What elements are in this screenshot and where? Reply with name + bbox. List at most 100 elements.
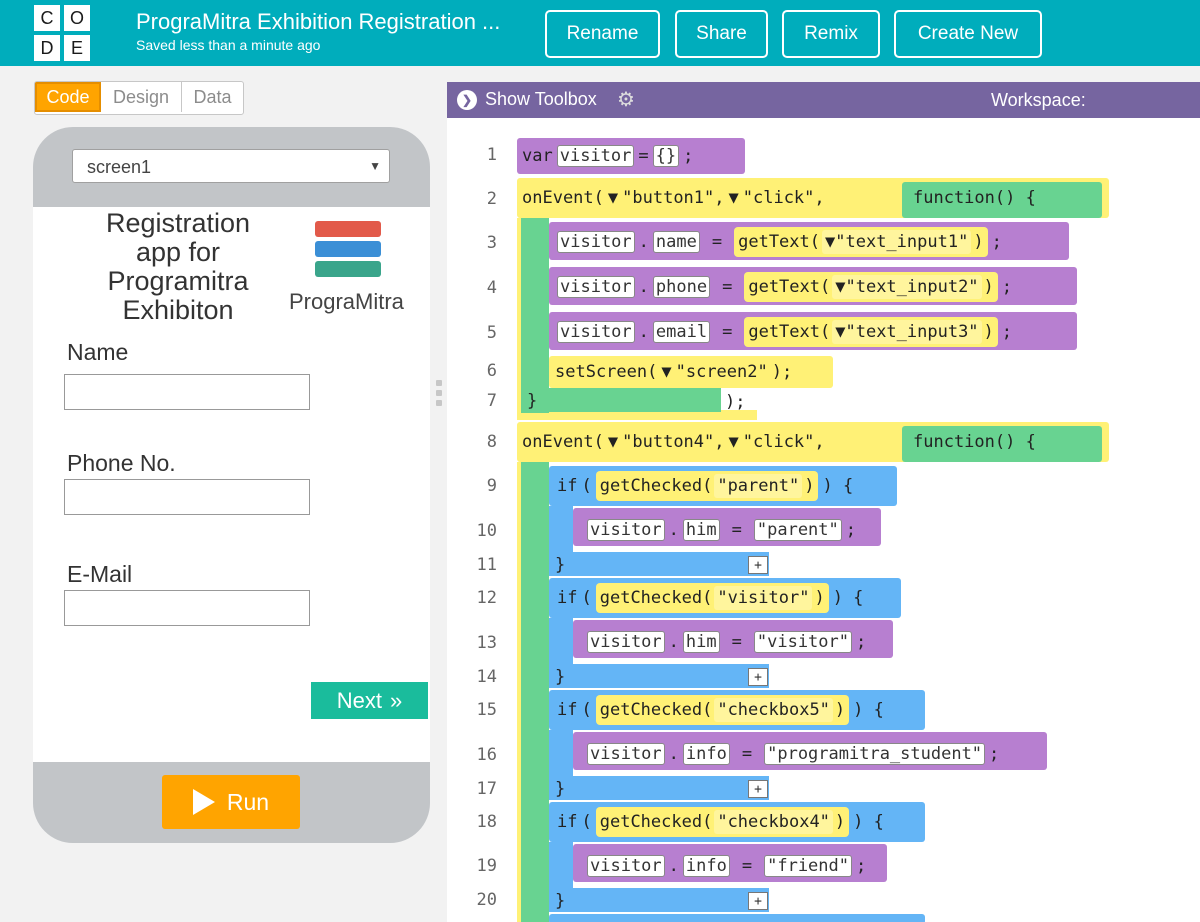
logo-letter: O	[64, 5, 90, 31]
code-token: getText(	[748, 277, 831, 297]
getchecked-block[interactable]: getChecked( "checkbox5" )	[595, 695, 850, 725]
getchecked-block[interactable]: getChecked( "parent" )	[595, 471, 819, 501]
object-field[interactable]: visitor	[587, 519, 665, 541]
dropdown-icon[interactable]: ▼	[729, 188, 739, 208]
code-token: }	[555, 891, 566, 911]
object-field[interactable]: visitor	[587, 743, 665, 765]
dropdown-icon[interactable]: ▼	[835, 322, 845, 342]
property-field[interactable]: info	[682, 855, 730, 877]
data-mode-tab[interactable]: Data	[182, 82, 243, 112]
string-arg[interactable]: ▼"text_input1"	[822, 230, 972, 254]
line-number: 15	[476, 700, 497, 720]
plus-icon[interactable]: +	[748, 780, 768, 798]
gettext-block[interactable]: getText( ▼"text_input1" )	[734, 227, 988, 257]
property-field[interactable]: email	[652, 321, 711, 343]
code-token: ) {	[853, 700, 884, 720]
code-token: getText(	[738, 232, 820, 252]
line-number: 18	[476, 812, 497, 832]
show-toolbox-toggle[interactable]: ❯ Show Toolbox	[457, 89, 597, 110]
value-field[interactable]: "programitra_student"	[764, 743, 986, 765]
object-field[interactable]: visitor	[587, 631, 665, 653]
rename-button[interactable]: Rename	[545, 10, 660, 58]
dropdown-icon[interactable]: ▼	[608, 188, 618, 208]
code-line-3: visitor . name = getText( ▼"text_input1"…	[557, 225, 1002, 259]
code-token: =	[731, 632, 742, 652]
object-field[interactable]: visitor	[557, 276, 635, 298]
dropdown-icon[interactable]: ▼	[661, 362, 671, 382]
code-line-13: visitor . him = "visitor" ;	[587, 625, 866, 659]
variable-name-field[interactable]: visitor	[556, 145, 635, 167]
code-line-12: if ( getChecked( "visitor" ) ) {	[557, 581, 863, 615]
function-block-2-body	[521, 462, 549, 922]
mode-toggle: Code Design Data	[34, 81, 244, 115]
line-number: 19	[476, 856, 497, 876]
dropdown-icon[interactable]: ▼	[608, 432, 618, 452]
code-line-20: }	[555, 884, 565, 918]
screen-selector[interactable]: screen1 ▼	[72, 149, 390, 183]
string-arg[interactable]: ▼"text_input3"	[832, 320, 982, 344]
code-token: "text_input1"	[835, 232, 969, 252]
name-input[interactable]	[64, 374, 310, 410]
value-field[interactable]: "friend"	[764, 855, 852, 877]
code-token: =	[711, 232, 723, 252]
getchecked-block[interactable]: getChecked( "visitor" )	[595, 583, 829, 613]
value-field[interactable]: {}	[652, 145, 680, 167]
email-input[interactable]	[64, 590, 310, 626]
code-token: getChecked(	[599, 700, 713, 720]
create-new-button[interactable]: Create New	[894, 10, 1042, 58]
string-arg[interactable]: ▼"text_input2"	[832, 275, 982, 299]
line-number: 4	[486, 278, 497, 298]
line-number: 11	[476, 555, 497, 575]
code-line-9: if ( getChecked( "parent" ) ) {	[557, 469, 853, 503]
code-token: onEvent(	[522, 188, 604, 208]
code-token: "click",	[742, 188, 825, 208]
value-field[interactable]: "parent"	[753, 519, 842, 541]
app-title: Registration app for Programitra Exhibit…	[83, 209, 273, 325]
property-field[interactable]: him	[682, 631, 720, 653]
dropdown-icon[interactable]: ▼	[729, 432, 739, 452]
code-token: .	[668, 744, 679, 764]
gear-icon[interactable]: ⚙	[617, 90, 635, 110]
code-line-8: onEvent( ▼ "button4", ▼ "click",	[522, 425, 825, 459]
line-number: 1	[486, 145, 497, 165]
phone-input[interactable]	[64, 479, 310, 515]
getchecked-block[interactable]: getChecked( "checkbox4" )	[595, 807, 850, 837]
code-mode-tab[interactable]: Code	[35, 82, 101, 112]
code-workspace[interactable]: 1 2 3 4 5 6 7 8 9 10 11 12 13 14 15 16 1…	[447, 118, 1200, 922]
object-field[interactable]: visitor	[557, 231, 635, 253]
gettext-block[interactable]: getText( ▼"text_input2" )	[744, 272, 998, 302]
next-button[interactable]: Next »	[311, 682, 428, 719]
code-token: .	[668, 856, 679, 876]
object-field[interactable]: visitor	[587, 855, 665, 877]
dropdown-icon[interactable]: ▼	[835, 277, 845, 297]
code-line-11: }	[555, 548, 565, 582]
code-token: =	[722, 322, 733, 342]
plus-icon[interactable]: +	[748, 556, 768, 574]
plus-icon[interactable]: +	[748, 892, 768, 910]
code-token: (	[581, 812, 592, 832]
string-arg[interactable]: "checkbox5"	[714, 698, 833, 722]
string-arg[interactable]: "visitor"	[714, 586, 813, 610]
property-field[interactable]: info	[682, 743, 730, 765]
gettext-block[interactable]: getText( ▼"text_input3" )	[744, 317, 998, 347]
object-field[interactable]: visitor	[557, 321, 635, 343]
property-field[interactable]: phone	[652, 276, 711, 298]
panel-resize-handle[interactable]	[436, 380, 442, 410]
logo-bar-green	[315, 261, 381, 277]
share-button[interactable]: Share	[675, 10, 768, 58]
remix-button[interactable]: Remix	[782, 10, 880, 58]
string-arg[interactable]: "parent"	[714, 474, 803, 498]
run-button[interactable]: Run	[162, 775, 300, 829]
top-header: C O D E PrograMitra Exhibition Registrat…	[0, 0, 1200, 66]
value-field[interactable]: "visitor"	[753, 631, 852, 653]
string-arg[interactable]: "checkbox4"	[714, 810, 833, 834]
code-token: )	[983, 277, 994, 297]
app-title-line: Programitra	[107, 266, 249, 296]
plus-icon[interactable]: +	[748, 668, 768, 686]
design-mode-tab[interactable]: Design	[101, 82, 182, 112]
dropdown-icon[interactable]: ▼	[825, 232, 835, 252]
property-field[interactable]: name	[652, 231, 700, 253]
property-field[interactable]: him	[682, 519, 720, 541]
code-org-logo[interactable]: C O D E	[34, 5, 90, 61]
code-token: onEvent(	[522, 432, 604, 452]
